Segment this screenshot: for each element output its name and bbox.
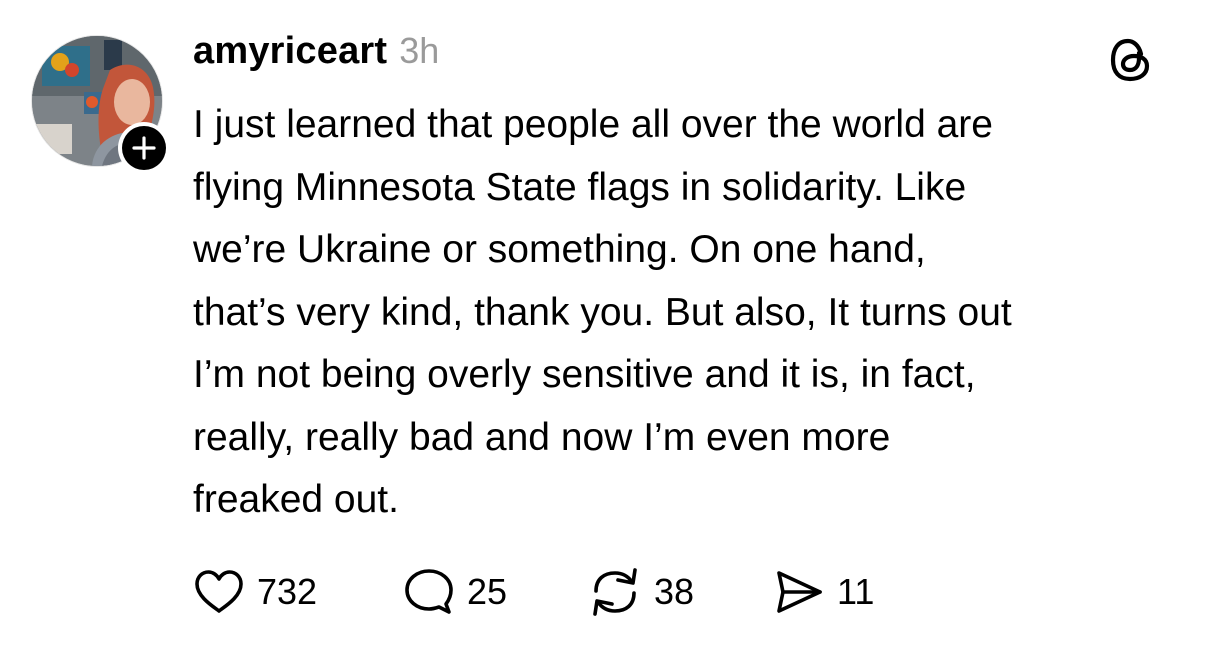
author-username[interactable]: amyriceart (193, 30, 387, 73)
reply-button[interactable]: 25 (403, 566, 588, 618)
post-timestamp: 3h (399, 30, 440, 71)
post-actions: 732 25 38 11 (193, 566, 893, 618)
post-text-line: I’m not being overly sensitive and it is… (193, 353, 976, 396)
repost-button[interactable]: 38 (588, 566, 773, 618)
plus-icon (132, 136, 156, 160)
post-text-line: we’re Ukraine or something. On one hand, (193, 228, 926, 271)
post-text-line: really, really bad and now I’m even more (193, 415, 891, 459)
post-text: I just learned that people all over the … (193, 94, 1183, 532)
post-header: amyriceart 3h (193, 30, 439, 86)
share-count: 11 (837, 571, 875, 612)
follow-button-bg (122, 126, 166, 170)
post-text-line: that’s very kind, thank you. But also, I… (193, 290, 1012, 334)
follow-button[interactable] (118, 122, 170, 174)
threads-logo-icon[interactable] (1107, 36, 1155, 84)
post-text-line: flying Minnesota State flags in solidari… (193, 165, 967, 209)
send-icon (777, 571, 822, 613)
like-count: 732 (257, 571, 318, 612)
post-text-line: freaked out. (193, 478, 399, 521)
repost-icon (593, 568, 637, 616)
repost-count: 38 (654, 571, 695, 612)
share-button[interactable]: 11 (773, 566, 893, 618)
heart-icon (195, 570, 243, 613)
author-avatar-container (31, 35, 170, 174)
post-text-line: I just learned that people all over the … (193, 103, 993, 146)
comment-icon (405, 569, 453, 614)
reply-count: 25 (467, 571, 508, 612)
like-button[interactable]: 732 (193, 566, 403, 618)
threads-post: amyriceart 3h I just learned that people… (0, 0, 1206, 653)
